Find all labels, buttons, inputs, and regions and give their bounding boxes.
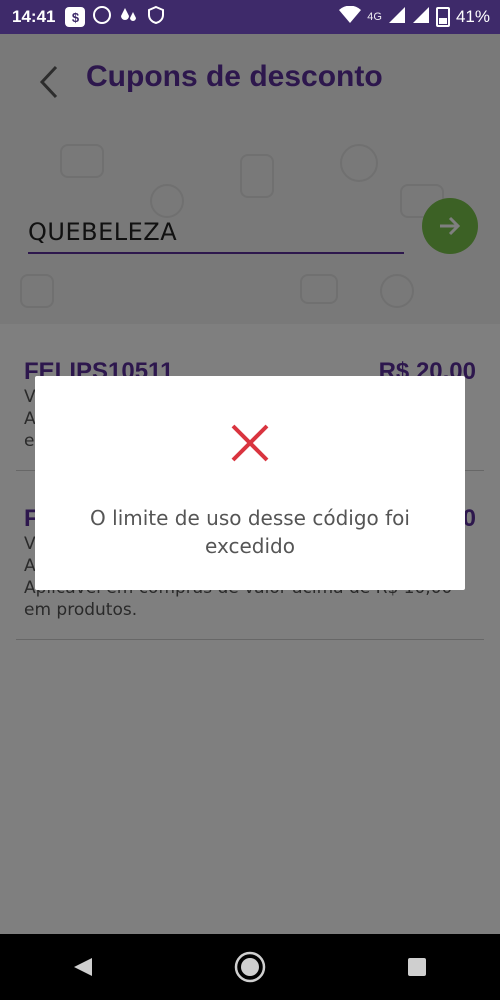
battery-percent: 41% [455, 7, 490, 26]
nav-recents-button[interactable] [397, 947, 437, 987]
error-x-icon [229, 422, 271, 464]
dialog-message: O limite de uso desse código foi excedid… [90, 506, 410, 558]
dollar-app-icon: $ [65, 7, 86, 27]
navigation-bar [0, 934, 500, 1000]
battery-icon [435, 7, 450, 27]
signal-icon-2 [412, 6, 430, 29]
nav-back-button[interactable] [63, 947, 103, 987]
drops-icon [119, 5, 139, 30]
status-bar: 14:41 $ 4G 41% [0, 0, 500, 34]
home-circle-icon [234, 951, 266, 983]
network-type: 4G [367, 11, 382, 23]
nav-home-button[interactable] [230, 947, 270, 987]
square-recents-icon [407, 958, 426, 976]
triangle-back-icon [74, 958, 93, 976]
whatsapp-icon [92, 5, 112, 30]
signal-icon [388, 6, 406, 29]
shield-icon [146, 5, 166, 30]
wifi-icon [339, 5, 362, 29]
status-time: 14:41 [12, 7, 56, 26]
